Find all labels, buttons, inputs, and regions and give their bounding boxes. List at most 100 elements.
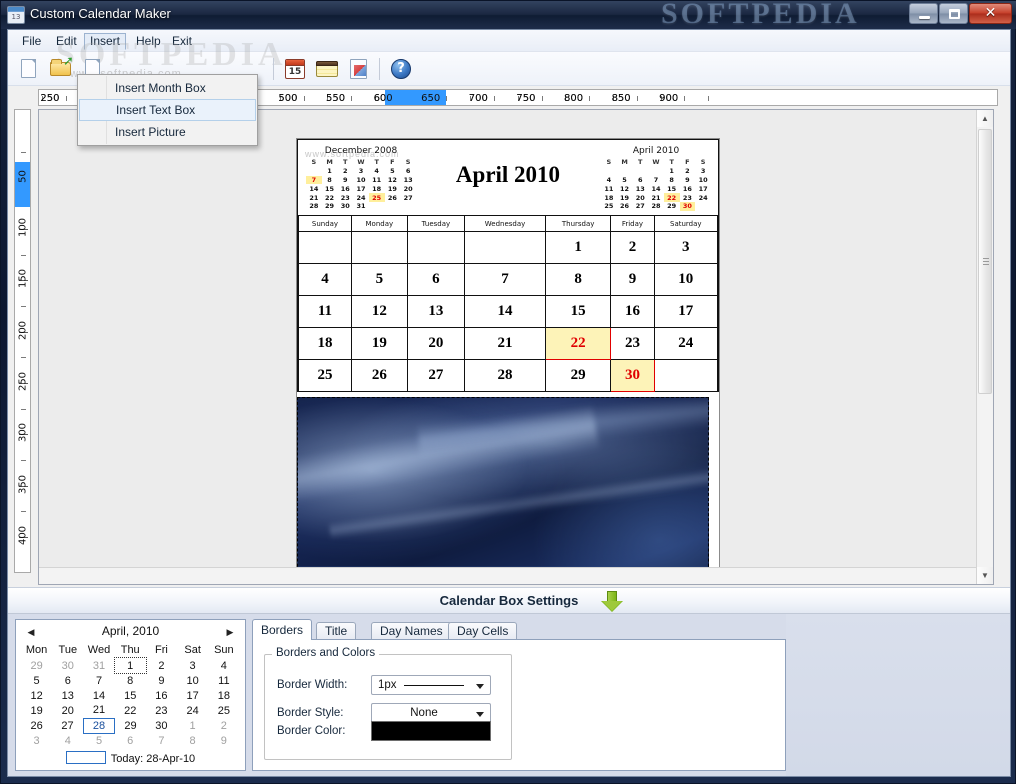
date-picker-day[interactable]: 3 <box>177 658 208 673</box>
month-grid-day-cell[interactable]: 23 <box>610 327 655 360</box>
month-grid-day-cell[interactable]: 17 <box>653 295 719 328</box>
open-folder-button[interactable]: ➚ <box>48 54 74 82</box>
tab-title[interactable]: Title <box>316 622 357 640</box>
close-button[interactable]: ✕ <box>969 3 1012 24</box>
scroll-down-icon[interactable]: ▼ <box>977 567 993 584</box>
date-picker-day[interactable]: 2 <box>208 718 239 733</box>
month-grid-day-cell[interactable]: 21 <box>464 327 546 360</box>
month-grid-day-cell[interactable]: 3 <box>653 231 719 264</box>
date-picker-day[interactable]: 10 <box>177 673 208 688</box>
picture-box[interactable]: SOFTPEDIA™ <box>297 397 709 584</box>
date-picker-day[interactable]: 22 <box>115 703 146 718</box>
date-picker-day[interactable]: 30 <box>146 718 177 733</box>
month-grid-day-cell[interactable]: 28 <box>464 359 546 392</box>
month-grid-empty-cell[interactable] <box>464 231 546 264</box>
tab-borders[interactable]: Borders <box>252 619 313 640</box>
border-width-dropdown[interactable]: 1px <box>371 675 491 695</box>
insert-dropdown-menu[interactable]: Insert Month Box Insert Text Box Insert … <box>77 74 258 146</box>
tab-day-names[interactable]: Day Names <box>371 622 452 640</box>
date-picker-day[interactable]: 15 <box>115 688 146 703</box>
month-grid-day-cell[interactable]: 9 <box>610 263 655 296</box>
date-picker-day[interactable]: 18 <box>208 688 239 703</box>
month-grid-day-cell[interactable]: 12 <box>350 295 408 328</box>
month-grid-day-cell[interactable]: 18 <box>298 327 352 360</box>
date-picker-day[interactable]: 6 <box>115 733 146 748</box>
date-picker-day[interactable]: 24 <box>177 703 208 718</box>
scroll-up-icon[interactable]: ▲ <box>977 110 993 127</box>
date-picker-day[interactable]: 9 <box>208 733 239 748</box>
date-picker-day[interactable]: 21 <box>83 703 114 718</box>
date-picker-day[interactable]: 7 <box>146 733 177 748</box>
month-grid-day-cell[interactable]: 7 <box>464 263 546 296</box>
month-grid-day-cell[interactable]: 29 <box>544 359 612 392</box>
next-month-icon[interactable]: ▶ <box>223 625 237 639</box>
month-grid-day-cell[interactable]: 19 <box>350 327 408 360</box>
date-picker-day[interactable]: 12 <box>21 688 52 703</box>
date-picker-day[interactable]: 14 <box>83 688 114 703</box>
month-grid-day-cell[interactable]: 13 <box>406 295 466 328</box>
menu-item-insert-month-box[interactable]: Insert Month Box <box>78 77 257 99</box>
previous-month-icon[interactable]: ◀ <box>24 625 38 639</box>
menu-item-insert-picture[interactable]: Insert Picture <box>78 121 257 143</box>
new-document-button[interactable] <box>16 56 42 82</box>
date-picker-day[interactable]: 27 <box>52 718 83 733</box>
month-grid-day-cell[interactable]: 25 <box>298 359 352 392</box>
date-picker-day[interactable]: 29 <box>21 658 52 673</box>
insert-picture-button[interactable] <box>346 56 372 82</box>
date-picker-day[interactable]: 1 <box>177 718 208 733</box>
menu-item-insert-text-box[interactable]: Insert Text Box <box>79 99 256 121</box>
date-picker-day[interactable]: 25 <box>208 703 239 718</box>
month-grid-day-cell[interactable]: 22 <box>544 327 612 360</box>
month-grid-day-cell[interactable]: 1 <box>544 231 612 264</box>
date-picker-day[interactable]: 30 <box>52 658 83 673</box>
month-grid-day-cell[interactable]: 15 <box>544 295 612 328</box>
month-grid-empty-cell[interactable] <box>653 359 719 392</box>
date-picker-day[interactable]: 29 <box>115 718 146 733</box>
month-grid-day-cell[interactable]: 10 <box>653 263 719 296</box>
month-box[interactable]: April 2010 December 2008 SMTWTFS12345678… <box>297 139 719 392</box>
canvas-horizontal-scrollbar[interactable] <box>39 567 976 584</box>
date-picker-day[interactable]: 7 <box>83 673 114 688</box>
date-picker-grid[interactable]: Mon Tue Wed Thu Fri Sat Sun 29 30 31 1 2 3 4 5 6 7 8 9 10 11… <box>21 643 240 748</box>
vertical-ruler[interactable]: 50 100 150 200 250 300 350 400 <box>8 109 38 585</box>
border-color-swatch[interactable] <box>371 721 491 741</box>
date-picker-day[interactable]: 13 <box>52 688 83 703</box>
date-picker-day[interactable]: 1 <box>113 657 147 674</box>
month-grid-day-cell[interactable]: 27 <box>406 359 466 392</box>
date-picker[interactable]: ◀ April, 2010 ▶ Mon Tue Wed Thu Fri Sat Sun 29 3… <box>15 619 246 771</box>
date-picker-day[interactable]: 5 <box>83 733 114 748</box>
month-grid-day-cell[interactable]: 16 <box>610 295 655 328</box>
date-picker-day[interactable]: 4 <box>52 733 83 748</box>
date-picker-day[interactable]: 5 <box>21 673 52 688</box>
month-grid[interactable]: Sunday Monday Tuesday Wednesday Thursday Frid… <box>298 215 719 392</box>
month-grid-day-cell[interactable]: 4 <box>298 263 352 296</box>
date-picker-day[interactable]: 20 <box>52 703 83 718</box>
date-picker-day[interactable]: 19 <box>21 703 52 718</box>
month-grid-day-cell[interactable]: 30 <box>610 359 655 392</box>
date-picker-day[interactable]: 11 <box>208 673 239 688</box>
down-arrow-icon[interactable] <box>601 591 623 612</box>
maximize-button[interactable] <box>939 3 968 24</box>
month-grid-day-cell[interactable]: 2 <box>610 231 655 264</box>
date-picker-day[interactable]: 4 <box>208 658 239 673</box>
date-picker-day[interactable]: 17 <box>177 688 208 703</box>
date-picker-day[interactable]: 3 <box>21 733 52 748</box>
help-button[interactable]: ? <box>388 56 414 82</box>
month-grid-day-cell[interactable]: 11 <box>298 295 352 328</box>
month-grid-day-cell[interactable]: 5 <box>350 263 408 296</box>
month-grid-empty-cell[interactable] <box>350 231 408 264</box>
month-grid-day-cell[interactable]: 8 <box>544 263 612 296</box>
month-grid-empty-cell[interactable] <box>298 231 352 264</box>
date-picker-day[interactable]: 28 <box>82 717 116 734</box>
canvas-vertical-scrollbar[interactable]: ▲ ▼ <box>976 110 993 584</box>
vertical-ruler-strip[interactable]: 50 100 150 200 250 300 350 400 <box>14 109 31 573</box>
border-style-dropdown[interactable]: None <box>371 703 491 723</box>
tab-day-cells[interactable]: Day Cells <box>448 622 518 640</box>
date-picker-day[interactable]: 6 <box>52 673 83 688</box>
insert-month-box-button[interactable]: 15 <box>282 56 308 82</box>
month-grid-empty-cell[interactable] <box>406 231 466 264</box>
month-grid-day-cell[interactable]: 14 <box>464 295 546 328</box>
date-picker-day[interactable]: 31 <box>83 658 114 673</box>
vertical-scroll-thumb[interactable] <box>978 129 992 394</box>
date-picker-day[interactable]: 16 <box>146 688 177 703</box>
